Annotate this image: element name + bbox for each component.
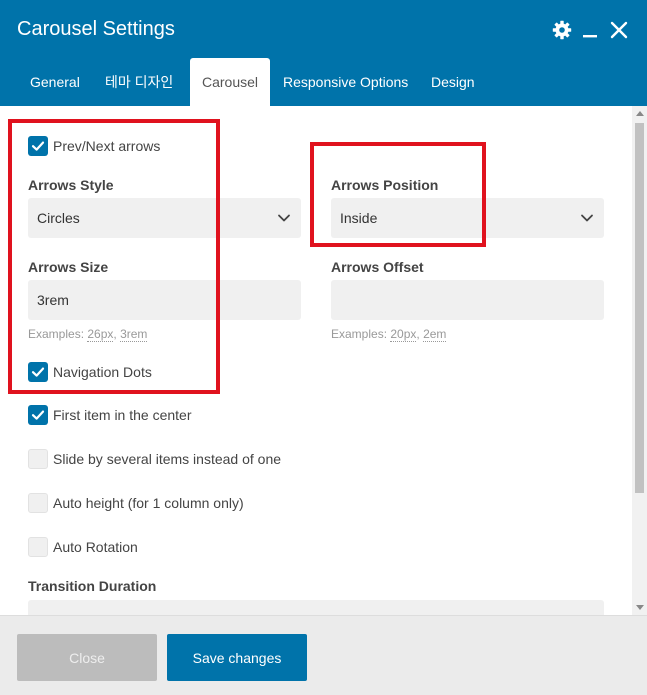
- scroll-up-arrow-icon[interactable]: [636, 111, 644, 116]
- auto-height-label: Auto height (for 1 column only): [53, 495, 244, 511]
- tab-carousel[interactable]: Carousel: [190, 58, 270, 106]
- transition-duration-field[interactable]: [28, 600, 604, 615]
- close-button[interactable]: Close: [17, 634, 157, 681]
- tab-theme-design[interactable]: 테마 디자인: [105, 58, 173, 106]
- scroll-down-arrow-icon[interactable]: [636, 605, 644, 610]
- tab-responsive-options[interactable]: Responsive Options: [283, 58, 408, 106]
- dialog-footer: Close Save changes: [0, 615, 647, 695]
- auto-height-row[interactable]: Auto height (for 1 column only): [28, 493, 244, 513]
- scrollbar[interactable]: [632, 106, 647, 615]
- chevron-down-icon: [581, 214, 593, 222]
- arrows-offset-input[interactable]: [331, 280, 604, 320]
- auto-rotation-label: Auto Rotation: [53, 539, 138, 555]
- center-item-label: First item in the center: [53, 407, 192, 423]
- arrows-offset-label: Arrows Offset: [331, 259, 424, 275]
- center-item-row[interactable]: First item in the center: [28, 405, 192, 425]
- dialog-title: Carousel Settings: [17, 18, 175, 40]
- highlight-box-left: [8, 119, 220, 394]
- slide-several-label: Slide by several items instead of one: [53, 451, 282, 467]
- transition-duration-label: Transition Duration: [28, 578, 157, 594]
- settings-panel: Prev/Next arrows Arrows Style Circles Ar…: [0, 106, 632, 615]
- tab-design[interactable]: Design: [431, 58, 475, 106]
- auto-height-checkbox[interactable]: [28, 493, 48, 513]
- gear-icon[interactable]: [551, 19, 573, 41]
- highlight-box-right: [310, 142, 486, 247]
- close-icon[interactable]: [608, 19, 630, 41]
- check-icon: [31, 410, 45, 420]
- slide-several-checkbox[interactable]: [28, 449, 48, 469]
- auto-rotation-checkbox[interactable]: [28, 537, 48, 557]
- auto-rotation-row[interactable]: Auto Rotation: [28, 537, 138, 557]
- scrollbar-thumb[interactable]: [635, 123, 644, 493]
- dialog-header: Carousel Settings General 테마 디자인 Carouse…: [0, 0, 647, 106]
- arrows-offset-hint: Examples: 20px, 2em: [331, 327, 447, 342]
- slide-several-row[interactable]: Slide by several items instead of one: [28, 449, 281, 469]
- save-changes-button[interactable]: Save changes: [167, 634, 307, 681]
- minimize-icon[interactable]: [579, 19, 601, 41]
- chevron-down-icon: [278, 214, 290, 222]
- center-item-checkbox[interactable]: [28, 405, 48, 425]
- tab-general[interactable]: General: [30, 58, 80, 106]
